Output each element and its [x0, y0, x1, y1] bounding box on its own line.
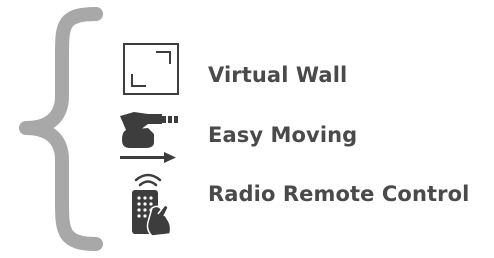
- radio-remote-control-label: Radio Remote Control: [208, 182, 470, 206]
- easy-moving-label: Easy Moving: [208, 123, 358, 147]
- radio-remote-control-icon: [132, 173, 172, 237]
- virtual-wall-label: Virtual Wall: [208, 63, 348, 87]
- curly-brace: [19, 7, 103, 251]
- easy-moving-icon: [120, 112, 178, 163]
- virtual-wall-icon: [123, 43, 179, 95]
